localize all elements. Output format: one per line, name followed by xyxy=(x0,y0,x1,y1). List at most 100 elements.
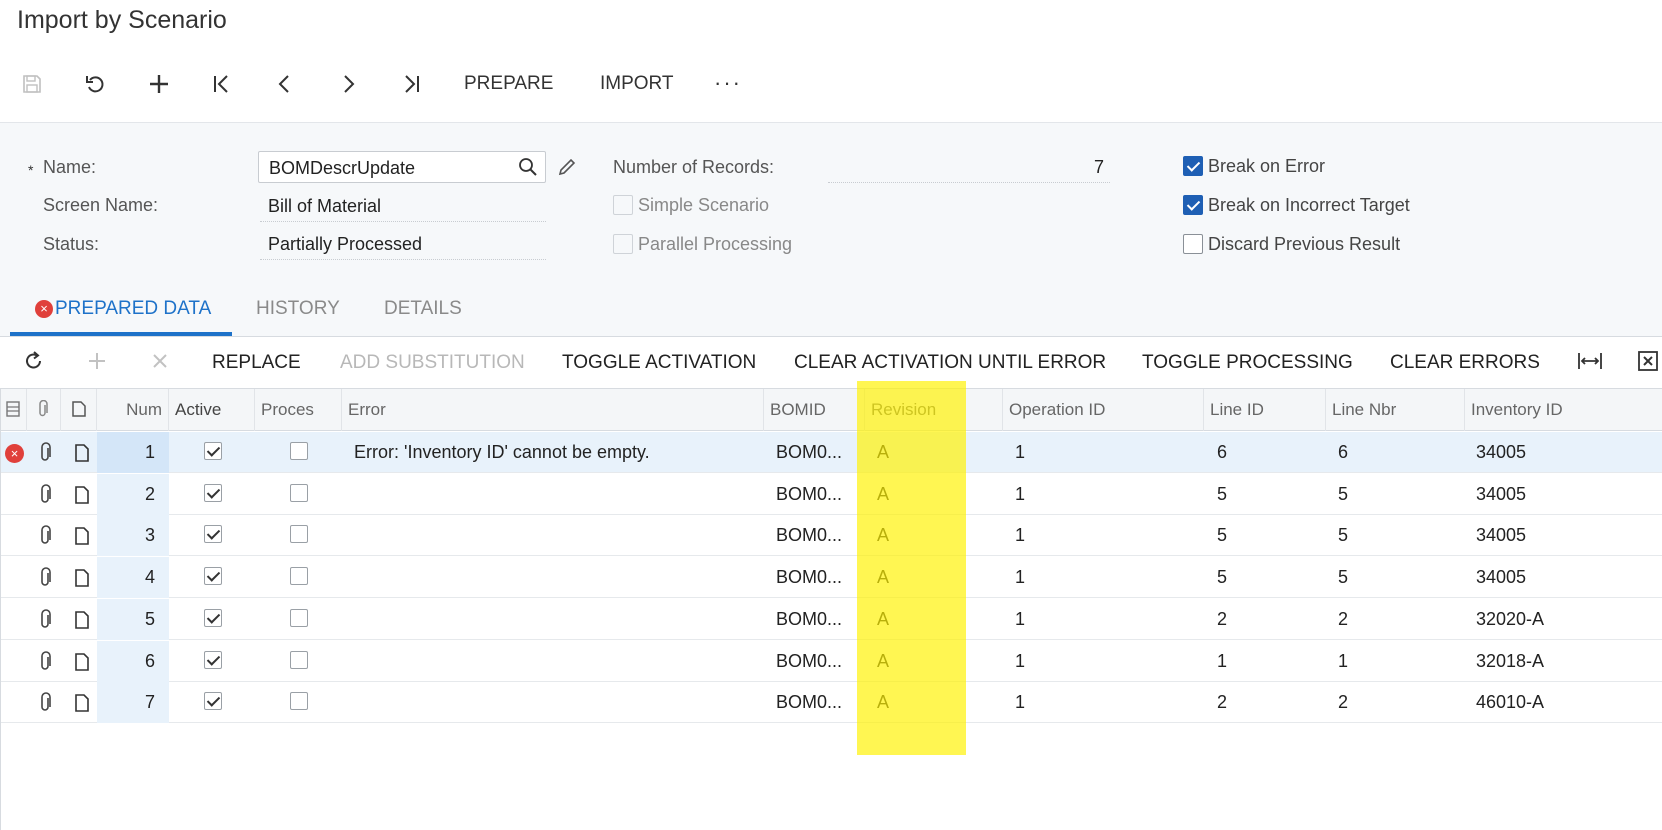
note-icon[interactable] xyxy=(72,525,92,547)
table-row[interactable]: 6 BOM0... A 1 1 1 32018-A xyxy=(1,640,1662,682)
first-record-icon[interactable] xyxy=(200,62,244,106)
cell-error[interactable]: Error: 'Inventory ID' cannot be empty. xyxy=(354,432,759,473)
discard-previous-result-checkbox[interactable] xyxy=(1183,234,1203,254)
add-row-icon[interactable] xyxy=(79,343,115,379)
processed-checkbox[interactable] xyxy=(290,442,308,460)
tab-history[interactable]: HISTORY xyxy=(256,298,340,320)
cell-line-id[interactable]: 2 xyxy=(1217,682,1317,723)
break-on-error-checkbox[interactable] xyxy=(1183,156,1203,176)
edit-pencil-icon[interactable] xyxy=(556,156,578,178)
cell-revision[interactable]: A xyxy=(877,682,997,723)
export-excel-icon[interactable] xyxy=(1634,343,1662,379)
cell-inventory-id[interactable]: 32018-A xyxy=(1476,641,1656,682)
tab-details[interactable]: DETAILS xyxy=(384,298,462,320)
cell-bomid[interactable]: BOM0... xyxy=(776,557,864,598)
cell-inventory-id[interactable]: 34005 xyxy=(1476,515,1656,556)
cell-line-id[interactable]: 2 xyxy=(1217,599,1317,640)
cell-error[interactable] xyxy=(354,599,759,640)
toggle-processing-button[interactable]: TOGGLE PROCESSING xyxy=(1142,352,1353,374)
column-header-line-id[interactable]: Line ID xyxy=(1204,389,1326,431)
prepare-button[interactable]: PREPARE xyxy=(464,73,553,95)
cell-revision[interactable]: A xyxy=(877,515,997,556)
cell-operation-id[interactable]: 1 xyxy=(1015,682,1195,723)
active-checkbox[interactable] xyxy=(204,483,222,502)
cell-error[interactable] xyxy=(354,474,759,515)
processed-checkbox[interactable] xyxy=(290,650,308,669)
clear-activation-until-error-button[interactable]: CLEAR ACTIVATION UNTIL ERROR xyxy=(794,352,1106,374)
cell-inventory-id[interactable]: 46010-A xyxy=(1476,682,1656,723)
cell-operation-id[interactable]: 1 xyxy=(1015,557,1195,598)
table-row[interactable]: × 1 Error: 'Inventory ID' cannot be empty.… xyxy=(1,432,1662,473)
cell-bomid[interactable]: BOM0... xyxy=(776,599,864,640)
column-header-processed[interactable]: Proces xyxy=(255,389,342,431)
note-icon[interactable] xyxy=(72,442,92,464)
attachment-icon[interactable] xyxy=(36,692,56,714)
table-row[interactable]: 7 BOM0... A 1 2 2 46010-A xyxy=(1,682,1662,724)
more-actions-button[interactable]: ··· xyxy=(714,70,742,96)
cell-line-id[interactable]: 5 xyxy=(1217,557,1317,598)
cell-operation-id[interactable]: 1 xyxy=(1015,641,1195,682)
cell-error[interactable] xyxy=(354,641,759,682)
processed-checkbox[interactable] xyxy=(290,692,308,711)
note-icon[interactable] xyxy=(72,567,92,589)
column-header-line-nbr[interactable]: Line Nbr xyxy=(1326,389,1465,431)
cell-num[interactable]: 7 xyxy=(97,682,169,724)
clear-errors-button[interactable]: CLEAR ERRORS xyxy=(1390,352,1540,374)
attachment-icon[interactable] xyxy=(36,483,56,506)
note-icon[interactable] xyxy=(72,651,92,673)
tab-prepared-data[interactable]: × PREPARED DATA xyxy=(35,298,211,320)
column-header-bomid[interactable]: BOMID xyxy=(764,389,865,431)
active-checkbox[interactable] xyxy=(204,608,222,627)
active-checkbox[interactable] xyxy=(204,442,222,460)
previous-record-icon[interactable] xyxy=(263,62,307,106)
cell-operation-id[interactable]: 1 xyxy=(1015,474,1195,515)
cell-line-nbr[interactable]: 2 xyxy=(1338,682,1458,723)
simple-scenario-checkbox[interactable] xyxy=(613,195,633,215)
cell-num[interactable]: 3 xyxy=(97,515,169,557)
column-header-operation-id[interactable]: Operation ID xyxy=(1003,389,1204,431)
cell-line-nbr[interactable]: 5 xyxy=(1338,557,1458,598)
active-checkbox[interactable] xyxy=(204,567,222,586)
cell-bomid[interactable]: BOM0... xyxy=(776,432,864,473)
column-header-error[interactable]: Error xyxy=(342,389,764,431)
save-icon[interactable] xyxy=(10,62,54,106)
column-header-revision[interactable]: Revision xyxy=(865,389,1003,431)
break-on-incorrect-target-checkbox[interactable] xyxy=(1183,195,1203,215)
table-row[interactable]: 5 BOM0... A 1 2 2 32020-A xyxy=(1,598,1662,640)
note-icon[interactable] xyxy=(72,692,92,714)
import-button[interactable]: IMPORT xyxy=(600,73,674,95)
processed-checkbox[interactable] xyxy=(290,608,308,627)
processed-checkbox[interactable] xyxy=(290,525,308,544)
cell-operation-id[interactable]: 1 xyxy=(1015,432,1195,473)
cell-line-nbr[interactable]: 6 xyxy=(1338,432,1458,473)
cell-inventory-id[interactable]: 34005 xyxy=(1476,557,1656,598)
cell-operation-id[interactable]: 1 xyxy=(1015,599,1195,640)
add-substitution-button[interactable]: ADD SUBSTITUTION xyxy=(340,352,525,374)
cell-revision[interactable]: A xyxy=(877,474,997,515)
cell-line-nbr[interactable]: 5 xyxy=(1338,474,1458,515)
cell-num[interactable]: 1 xyxy=(97,432,169,473)
table-row[interactable]: 3 BOM0... A 1 5 5 34005 xyxy=(1,515,1662,557)
next-record-icon[interactable] xyxy=(326,62,370,106)
cell-inventory-id[interactable]: 32020-A xyxy=(1476,599,1656,640)
cell-num[interactable]: 4 xyxy=(97,557,169,599)
cell-line-id[interactable]: 1 xyxy=(1217,641,1317,682)
attachment-icon[interactable] xyxy=(36,442,56,464)
cell-num[interactable]: 2 xyxy=(97,473,169,515)
cell-bomid[interactable]: BOM0... xyxy=(776,641,864,682)
column-header-active[interactable]: Active xyxy=(169,389,255,431)
delete-row-icon[interactable] xyxy=(142,343,178,379)
undo-icon[interactable] xyxy=(73,62,117,106)
cell-num[interactable]: 5 xyxy=(97,598,169,640)
cell-num[interactable]: 6 xyxy=(97,640,169,682)
processed-checkbox[interactable] xyxy=(290,567,308,586)
last-record-icon[interactable] xyxy=(389,62,433,106)
attachment-icon[interactable] xyxy=(36,525,56,547)
note-icon[interactable] xyxy=(72,609,92,631)
attachments-header-icon[interactable] xyxy=(27,389,61,431)
parallel-processing-checkbox[interactable] xyxy=(613,234,633,254)
active-checkbox[interactable] xyxy=(204,525,222,544)
processed-checkbox[interactable] xyxy=(290,483,308,502)
attachment-icon[interactable] xyxy=(36,609,56,631)
active-checkbox[interactable] xyxy=(204,650,222,669)
